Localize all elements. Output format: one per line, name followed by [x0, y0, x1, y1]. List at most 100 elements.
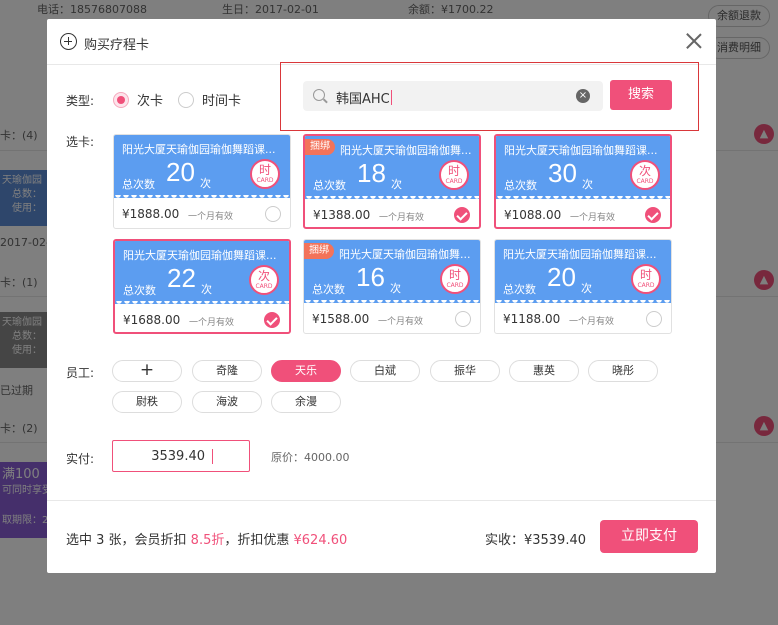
radio-count-card[interactable]: 次卡 — [113, 90, 163, 109]
package-card[interactable]: 捆绑 阳光大厦天瑜伽园瑜伽舞... 总次数 18 次 时 CARD ¥1388.00 一个月有效 — [303, 134, 481, 229]
bundle-tag: 捆绑 — [304, 243, 334, 259]
card-type-badge-icon: 时 CARD — [440, 264, 470, 294]
actual-pay-input[interactable]: 3539.40 — [112, 440, 250, 472]
radio-label: 次卡 — [137, 94, 164, 109]
badge-sub: CARD — [445, 178, 463, 185]
staff-chip[interactable]: 白斌 — [350, 360, 420, 382]
card-name: 阳光大厦天瑜伽园瑜伽舞蹈课... — [503, 248, 657, 261]
actual-received: 实收：¥3539.40 — [484, 533, 586, 548]
checkbox-icon[interactable] — [645, 207, 661, 223]
staff-chip[interactable]: 尉秩 — [112, 391, 182, 413]
card-type-badge-icon: 时 CARD — [250, 159, 280, 189]
add-circle-icon — [60, 33, 77, 50]
pay-now-button[interactable]: 立即支付 — [600, 520, 698, 553]
radio-dot — [178, 91, 194, 108]
staff-label: 员工: — [66, 366, 95, 380]
badge-char: 次 — [257, 269, 270, 283]
staff-chip[interactable]: 惠英 — [509, 360, 579, 382]
card-validity: 一个月有效 — [570, 213, 616, 223]
card-count-label: 总次数 — [504, 179, 537, 192]
card-header: 捆绑 阳光大厦天瑜伽园瑜伽舞... 总次数 16 次 时 CARD — [304, 240, 480, 306]
card-type-badge-icon: 时 CARD — [439, 160, 469, 190]
pay-value: 3539.40 — [151, 449, 205, 464]
radio-time-card[interactable]: 时间卡 — [178, 90, 241, 109]
card-count-unit: 次 — [581, 282, 592, 295]
radio-label: 时间卡 — [202, 94, 242, 109]
buy-package-card-dialog: 购买疗程卡 类型: 次卡 时间卡 韩国AHC × 搜索 选卡: 阳光大厦天瑜伽园… — [47, 19, 716, 573]
card-count-label: 总次数 — [122, 178, 155, 191]
card-price: ¥1688.00 — [123, 313, 181, 327]
add-staff-button[interactable]: + — [112, 360, 182, 382]
card-count: 20 — [547, 262, 576, 292]
card-count: 22 — [167, 263, 196, 293]
card-name: 阳光大厦天瑜伽园瑜伽舞... — [339, 248, 471, 261]
card-count-unit: 次 — [390, 282, 401, 295]
card-validity: 一个月有效 — [189, 318, 235, 328]
card-count-label: 总次数 — [312, 283, 345, 296]
staff-chip[interactable]: 天乐 — [271, 360, 341, 382]
card-price: ¥1888.00 — [122, 207, 180, 221]
card-validity: 一个月有效 — [188, 212, 234, 222]
staff-chip[interactable]: 振华 — [430, 360, 500, 382]
checkbox-icon[interactable] — [265, 206, 281, 222]
package-card[interactable]: 捆绑 阳光大厦天瑜伽园瑜伽舞... 总次数 16 次 时 CARD ¥1588.00 一个月有效 — [303, 239, 481, 334]
card-header: 阳光大厦天瑜伽园瑜伽舞蹈课... 总次数 22 次次 CARD — [115, 241, 289, 307]
card-type-badge-icon: 次 CARD — [630, 160, 660, 190]
card-footer: ¥1588.00 一个月有效 — [304, 303, 480, 333]
card-count-label: 总次数 — [503, 283, 536, 296]
badge-char: 时 — [258, 163, 271, 177]
staff-chip[interactable]: 余漫 — [271, 391, 341, 413]
card-type-badge-icon: 时 CARD — [631, 264, 661, 294]
badge-char: 次 — [638, 164, 651, 178]
card-count-unit: 次 — [201, 283, 212, 296]
card-type-badge-icon: 次 CARD — [249, 265, 279, 295]
package-card[interactable]: 阳光大厦天瑜伽园瑜伽舞蹈课... 总次数 20 次 时 CARD ¥1188.00 一个月有效 — [494, 239, 672, 334]
member-discount: 8.5折 — [190, 533, 225, 548]
card-price: ¥1188.00 — [503, 312, 561, 326]
discount-amount: ¥624.60 — [293, 533, 348, 548]
dialog-title: 购买疗程卡 — [84, 38, 150, 53]
badge-sub: CARD — [256, 177, 274, 184]
card-count: 30 — [548, 158, 577, 188]
badge-char: 时 — [447, 164, 460, 178]
card-price: ¥1088.00 — [504, 208, 562, 222]
checkbox-icon[interactable] — [455, 311, 471, 327]
staff-chip[interactable]: 晓彤 — [588, 360, 658, 382]
checkbox-icon[interactable] — [264, 312, 280, 328]
text-caret — [212, 449, 213, 464]
type-label: 类型: — [66, 94, 95, 108]
badge-sub: CARD — [446, 282, 464, 289]
select-card-label: 选卡: — [66, 135, 95, 149]
card-count-label: 总次数 — [313, 179, 346, 192]
original-price: 原价：4000.00 — [271, 451, 350, 464]
badge-char: 时 — [639, 268, 652, 282]
card-count-unit: 次 — [200, 177, 211, 190]
package-card[interactable]: 阳光大厦天瑜伽园瑜伽舞蹈课... 总次数 20 次 时 CARD ¥1888.00 一个月有效 — [113, 134, 291, 229]
dialog-header: 购买疗程卡 — [47, 19, 716, 65]
summary-mid: ，折扣优惠 — [224, 533, 294, 548]
card-count-unit: 次 — [582, 178, 593, 191]
card-header: 阳光大厦天瑜伽园瑜伽舞蹈课... 总次数 30 次次 CARD — [496, 136, 670, 202]
card-name: 阳光大厦天瑜伽园瑜伽舞蹈课... — [122, 143, 276, 156]
package-card[interactable]: 阳光大厦天瑜伽园瑜伽舞蹈课... 总次数 30 次次 CARD ¥1088.00 一个月有效 — [494, 134, 672, 229]
card-header: 阳光大厦天瑜伽园瑜伽舞蹈课... 总次数 20 次 时 CARD — [495, 240, 671, 306]
card-footer: ¥1088.00 一个月有效 — [496, 199, 670, 227]
card-footer: ¥1388.00 一个月有效 — [305, 199, 479, 227]
staff-chip[interactable]: 奇隆 — [192, 360, 262, 382]
highlight-frame — [280, 62, 699, 131]
card-validity: 一个月有效 — [378, 317, 424, 327]
staff-chip[interactable]: 海波 — [192, 391, 262, 413]
badge-sub: CARD — [636, 178, 654, 185]
card-footer: ¥1188.00 一个月有效 — [495, 303, 671, 333]
checkbox-icon[interactable] — [454, 207, 470, 223]
checkbox-icon[interactable] — [646, 311, 662, 327]
card-name: 阳光大厦天瑜伽园瑜伽舞... — [340, 144, 472, 157]
close-icon[interactable] — [684, 31, 704, 51]
card-header: 阳光大厦天瑜伽园瑜伽舞蹈课... 总次数 20 次 时 CARD — [114, 135, 290, 201]
pay-label: 实付: — [66, 452, 95, 466]
summary-prefix: 选中 3 张，会员折扣 — [66, 533, 191, 548]
badge-char: 时 — [448, 268, 461, 282]
card-footer: ¥1888.00 一个月有效 — [114, 198, 290, 228]
package-card[interactable]: 阳光大厦天瑜伽园瑜伽舞蹈课... 总次数 22 次次 CARD ¥1688.00 一个月有效 — [113, 239, 291, 334]
card-footer: ¥1688.00 一个月有效 — [115, 304, 289, 332]
